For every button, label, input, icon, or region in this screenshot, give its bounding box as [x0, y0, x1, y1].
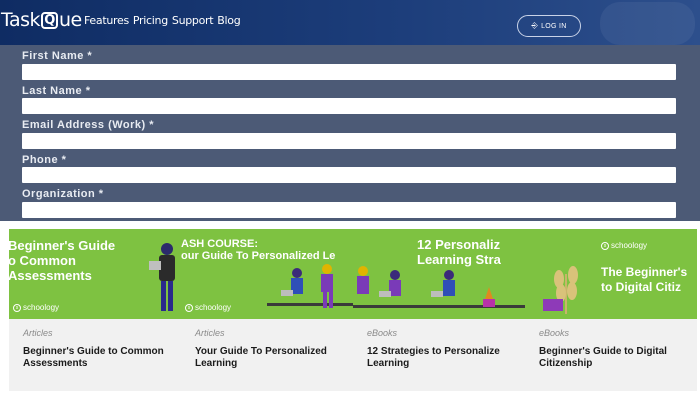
login-button[interactable]: ⎆ LOG IN [517, 15, 581, 37]
card-category: Articles [195, 328, 225, 338]
signup-form: First Name * Last Name * Email Address (… [0, 45, 700, 221]
schoology-logo: s schoology [185, 303, 231, 312]
person-laptop-icon [149, 243, 175, 311]
banner-text: ASH COURSE: our Guide To Personalized Le [181, 238, 336, 262]
students-illustration [353, 266, 525, 308]
card-category: eBooks [367, 328, 398, 338]
schoology-logo: s schoology [601, 241, 647, 250]
logo-prefix: Task [1, 9, 41, 31]
organization-label: Organization * [22, 188, 104, 200]
organization-input[interactable] [22, 202, 676, 218]
card-title[interactable]: Beginner's Guide to Common Assessments [23, 346, 168, 370]
login-icon: ⎆ [531, 21, 539, 30]
card-category: Articles [23, 328, 53, 338]
card-banner: 12 Personaliz Learning Stra [353, 229, 525, 319]
last-name-input[interactable] [22, 98, 676, 114]
card-banner: Beginner's Guide o Common Assessments ss… [9, 229, 181, 319]
resource-card[interactable]: s schoology The Beginner's to Digital Cit… [525, 229, 697, 394]
banner-text: The Beginner's to Digital Citiz [601, 265, 688, 294]
resource-card[interactable]: ASH COURSE: our Guide To Personalized Le… [181, 229, 353, 394]
first-name-label: First Name * [22, 50, 93, 62]
card-body: Articles Your Guide To Personalized Lear… [181, 319, 353, 391]
last-name-label: Last Name * [22, 85, 91, 97]
card-body: eBooks Beginner's Guide to Digital Citiz… [525, 319, 697, 391]
nav-pricing[interactable]: Pricing [133, 14, 168, 27]
email-input[interactable] [22, 133, 676, 149]
logo-suffix: ue [59, 9, 82, 31]
login-label: LOG IN [541, 22, 567, 30]
logo-q-mark: Q [41, 11, 59, 29]
card-title[interactable]: Your Guide To Personalized Learning [195, 346, 340, 370]
banner-text: Beginner's Guide o Common Assessments [9, 238, 116, 283]
resource-card[interactable]: 12 Personaliz Learning Stra eBooks 12 St… [353, 229, 525, 394]
schoology-logo: s schoology [13, 303, 59, 312]
taskque-logo[interactable]: Task Q ue [1, 7, 82, 33]
nav-features[interactable]: Features [84, 14, 129, 27]
nav-blog[interactable]: Blog [217, 14, 240, 27]
first-name-input[interactable] [22, 64, 676, 80]
nav-support[interactable]: Support [172, 14, 214, 27]
card-banner: ASH COURSE: our Guide To Personalized Le… [181, 229, 353, 319]
main-nav: Features Pricing Support Blog [84, 14, 241, 27]
phone-input[interactable] [22, 167, 676, 183]
phone-label: Phone * [22, 154, 67, 166]
resource-card[interactable]: Beginner's Guide o Common Assessments ss… [9, 229, 181, 394]
card-body: Articles Beginner's Guide to Common Asse… [9, 319, 181, 391]
email-label: Email Address (Work) * [22, 119, 155, 131]
card-body: eBooks 12 Strategies to Personalize Lear… [353, 319, 525, 391]
plant-illustration [543, 266, 578, 314]
top-nav-bar: Task Q ue Features Pricing Support Blog … [0, 0, 700, 45]
card-title[interactable]: 12 Strategies to Personalize Learning [367, 346, 512, 370]
card-category: eBooks [539, 328, 570, 338]
header-decoration [600, 2, 695, 45]
card-title[interactable]: Beginner's Guide to Digital Citizenship [539, 346, 684, 370]
card-banner: s schoology The Beginner's to Digital Cit… [525, 229, 697, 319]
resource-cards: Beginner's Guide o Common Assessments ss… [0, 229, 700, 400]
classroom-illustration [267, 264, 353, 308]
